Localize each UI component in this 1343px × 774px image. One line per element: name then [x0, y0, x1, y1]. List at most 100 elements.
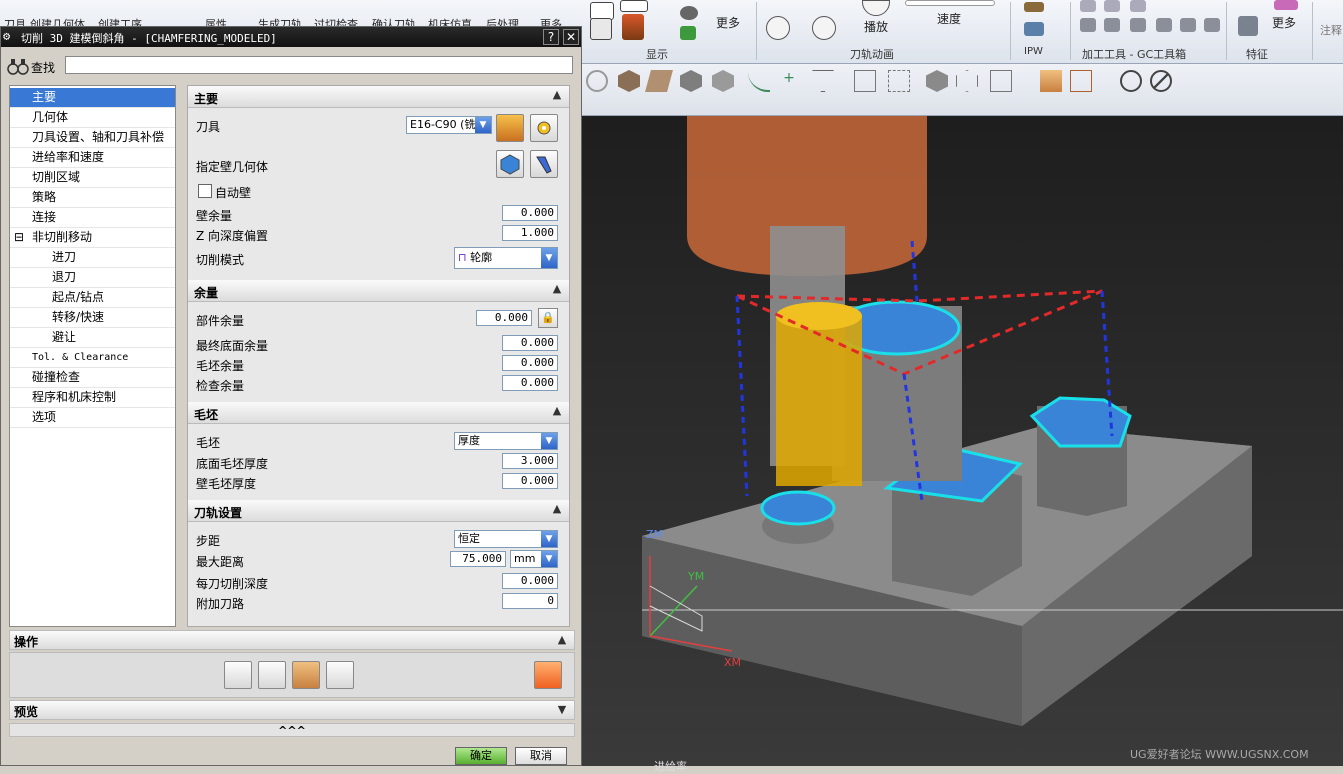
- arrow-down-icon[interactable]: [680, 26, 696, 40]
- close-button[interactable]: ✕: [563, 29, 579, 45]
- solid-grey-icon[interactable]: [680, 70, 702, 92]
- tool-path-button[interactable]: [534, 661, 562, 689]
- blank-stock-input[interactable]: 0.000: [502, 355, 558, 371]
- filter-icon[interactable]: [812, 70, 834, 92]
- ok-button[interactable]: 确定: [455, 747, 507, 765]
- no-entry-icon[interactable]: [586, 70, 608, 92]
- auto-wall-checkbox[interactable]: [198, 184, 212, 198]
- new-tool-button[interactable]: [496, 114, 524, 142]
- shaded-icon[interactable]: [618, 70, 640, 92]
- next-step-icon[interactable]: [812, 16, 836, 40]
- depth-per-cut-input[interactable]: 0.000: [502, 573, 558, 589]
- solid-icon[interactable]: [712, 70, 734, 92]
- display-icon-3[interactable]: [590, 18, 612, 40]
- stepover-select[interactable]: 恒定 ▼: [454, 530, 558, 548]
- gc-icon-2[interactable]: [1104, 0, 1120, 12]
- find-input[interactable]: [65, 56, 573, 74]
- tree-item-start-drill[interactable]: 起点/钻点: [10, 288, 175, 308]
- show-icon[interactable]: [1120, 70, 1142, 92]
- tree-item-engage[interactable]: 进刀: [10, 248, 175, 268]
- preview-header[interactable]: 预览 ▼: [9, 700, 575, 720]
- help-button[interactable]: ?: [543, 29, 559, 45]
- tree-item-tool-settings[interactable]: 刀具设置、轴和刀具补偿: [10, 128, 175, 148]
- play-icon[interactable]: [862, 0, 890, 16]
- replay-button[interactable]: [258, 661, 286, 689]
- unit-select[interactable]: mm ▼: [510, 550, 558, 568]
- extra-passes-input[interactable]: 0: [502, 593, 558, 609]
- ipw-icon-1[interactable]: [1024, 2, 1044, 12]
- section-path-header[interactable]: 刀轨设置 ▲: [188, 500, 569, 522]
- tree-item-non-cutting[interactable]: ⊟ 非切削移动: [10, 228, 175, 248]
- display-more-button[interactable]: 更多: [716, 14, 740, 31]
- tree-item-feeds-speeds[interactable]: 进给率和速度: [10, 148, 175, 168]
- cancel-button[interactable]: 取消: [515, 747, 567, 765]
- edit-tool-button[interactable]: [530, 114, 558, 142]
- generate-button[interactable]: [224, 661, 252, 689]
- gc-icon-7[interactable]: [1156, 18, 1172, 32]
- tree-item-collision[interactable]: 碰撞检查: [10, 368, 175, 388]
- ipw-icon-2[interactable]: [1024, 22, 1044, 36]
- tree-item-main[interactable]: 主要: [10, 88, 175, 108]
- list-button[interactable]: [326, 661, 354, 689]
- feature-icon[interactable]: [1238, 16, 1258, 36]
- collapse-icon[interactable]: ▲: [549, 282, 565, 298]
- tree-item-avoid[interactable]: 避让: [10, 328, 175, 348]
- section-main-header[interactable]: 主要 ▲: [188, 86, 569, 108]
- display-icon-2[interactable]: [620, 0, 648, 12]
- operations-header[interactable]: 操作 ▲: [9, 630, 575, 650]
- z-offset-input[interactable]: 1.000: [502, 225, 558, 241]
- gc-icon-3[interactable]: [1130, 0, 1146, 12]
- cut-pattern-select[interactable]: ⊓ 轮廓 ▼: [454, 247, 558, 269]
- tool-color-icon[interactable]: [622, 14, 644, 40]
- wire-body-icon[interactable]: [956, 70, 978, 92]
- expand-icon[interactable]: ▼: [554, 703, 570, 719]
- floor-thickness-input[interactable]: 3.000: [502, 453, 558, 469]
- layers-icon[interactable]: [680, 6, 698, 20]
- verify-button[interactable]: [292, 661, 320, 689]
- tree-item-retract[interactable]: 退刀: [10, 268, 175, 288]
- tree-item-connections[interactable]: 连接: [10, 208, 175, 228]
- curve-icon[interactable]: [748, 70, 770, 92]
- graphics-viewport[interactable]: ZM YM XM UG爱好者论坛 WWW.UGSNX.COM: [582, 116, 1343, 766]
- section-blank-header[interactable]: 毛坯 ▲: [188, 402, 569, 424]
- gc-icon-8[interactable]: [1180, 18, 1196, 32]
- tree-item-transfer[interactable]: 转移/快速: [10, 308, 175, 328]
- section-stock-header[interactable]: 余量 ▲: [188, 280, 569, 302]
- tree-item-machine-control[interactable]: 程序和机床控制: [10, 388, 175, 408]
- gc-icon-5[interactable]: [1104, 18, 1120, 32]
- wall-stock-input[interactable]: 0.000: [502, 205, 558, 221]
- section-icon[interactable]: [1040, 70, 1062, 92]
- max-distance-input[interactable]: 75.000: [450, 551, 506, 567]
- annotation-button[interactable]: 注释: [1320, 22, 1342, 38]
- collapse-icon[interactable]: ▲: [549, 404, 565, 420]
- tree-item-geometry[interactable]: 几何体: [10, 108, 175, 128]
- tree-item-options[interactable]: 选项: [10, 408, 175, 428]
- select-wall-button[interactable]: [496, 150, 524, 178]
- blank-select[interactable]: 厚度 ▼: [454, 432, 558, 450]
- feature-more-button[interactable]: 更多: [1272, 14, 1296, 31]
- prev-step-icon[interactable]: [766, 16, 790, 40]
- wall-thickness-input[interactable]: 0.000: [502, 473, 558, 489]
- collapse-icon[interactable]: ▲: [549, 502, 565, 518]
- body-icon[interactable]: [926, 70, 948, 92]
- hide-icon[interactable]: [1150, 70, 1172, 92]
- speed-slider[interactable]: [905, 0, 995, 6]
- play-button[interactable]: 播放: [864, 18, 888, 35]
- collapse-expander-icon[interactable]: ⊟: [14, 228, 24, 247]
- snap-icon[interactable]: [888, 70, 910, 92]
- collapse-icon[interactable]: ▲: [549, 88, 565, 104]
- shaded-edges-icon[interactable]: [645, 70, 673, 92]
- lock-icon[interactable]: 🔒: [538, 308, 558, 328]
- select-filter-icon[interactable]: [854, 70, 876, 92]
- tree-item-strategy[interactable]: 策略: [10, 188, 175, 208]
- part-stock-input[interactable]: 0.000: [476, 310, 532, 326]
- floor-stock-input[interactable]: 0.000: [502, 335, 558, 351]
- gc-icon-1[interactable]: [1080, 0, 1096, 12]
- tool-select[interactable]: E16-C90 (铣 ▼: [406, 116, 492, 134]
- tree-item-cut-area[interactable]: 切削区域: [10, 168, 175, 188]
- collapse-icon[interactable]: ▲: [554, 633, 570, 649]
- points-icon[interactable]: +: [778, 70, 800, 92]
- feature-more-icon[interactable]: [1274, 0, 1298, 10]
- face-icon[interactable]: [990, 70, 1012, 92]
- check-stock-input[interactable]: 0.000: [502, 375, 558, 391]
